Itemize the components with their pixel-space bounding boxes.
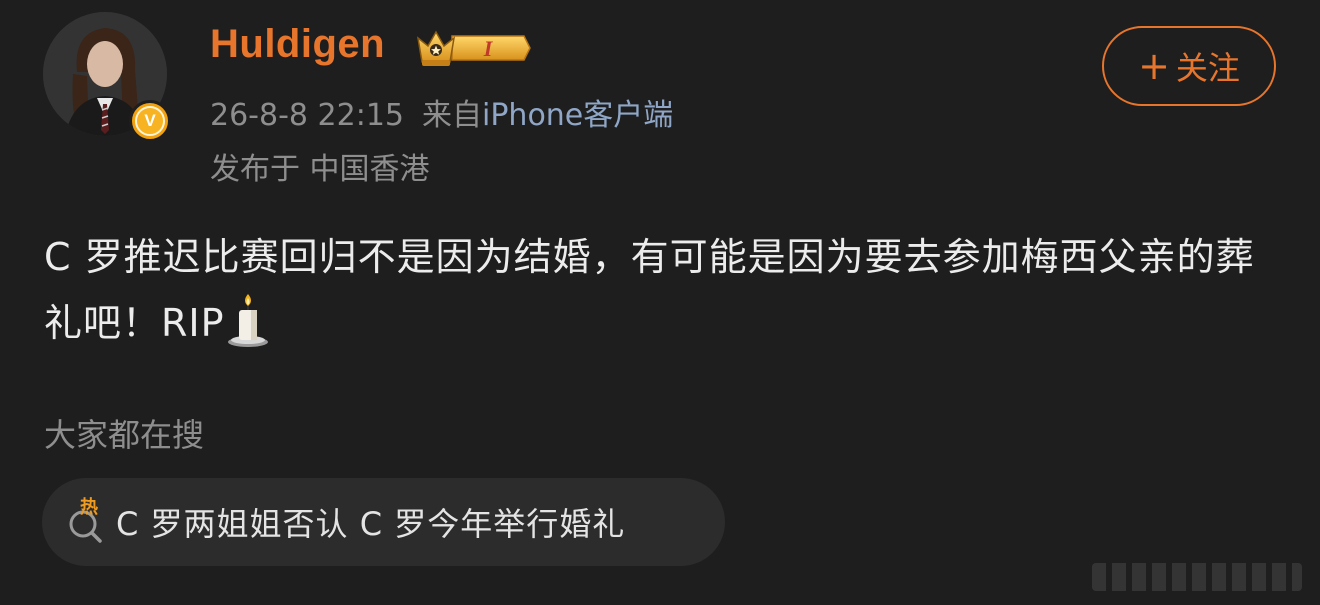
verified-badge-icon: V xyxy=(129,100,171,142)
post-location: 发布于 中国香港 xyxy=(210,152,430,187)
hot-search-icon: 热 xyxy=(64,497,110,545)
trending-search-query: C 罗两姐姐否认 C 罗今年举行婚礼 xyxy=(116,505,626,543)
avatar[interactable]: V xyxy=(43,12,171,142)
weibo-post-page: V Huldigen I 26-8-8 22:15 来自iPhone客户端 发布于… xyxy=(0,0,1320,605)
trending-search-item[interactable]: 热 C 罗两姐姐否认 C 罗今年举行婚礼 xyxy=(42,478,725,566)
follow-button-label: 关注 xyxy=(1175,49,1240,87)
post-meta: 26-8-8 22:15 来自iPhone客户端 xyxy=(210,90,673,134)
hot-badge: 热 xyxy=(80,497,98,518)
verified-badge-letter: V xyxy=(135,106,165,136)
post-time: 26-8-8 22:15 xyxy=(210,98,404,133)
post-source-prefix: 来自 xyxy=(422,98,482,133)
post-device[interactable]: iPhone客户端 xyxy=(482,98,673,133)
trending-search-heading: 大家都在搜 xyxy=(44,416,205,454)
candle-icon xyxy=(227,294,268,347)
member-level: I xyxy=(483,36,493,61)
follow-button[interactable]: + 关注 xyxy=(1102,26,1276,106)
plus-icon: + xyxy=(1138,44,1170,88)
watermark xyxy=(1092,563,1302,591)
username[interactable]: Huldigen xyxy=(210,22,385,67)
post-text-block: C 罗推迟比赛回归不是因为结婚，有可能是因为要去参加梅西父亲的葬礼吧！RIP xyxy=(44,224,1289,356)
member-crown-badge-icon[interactable]: I xyxy=(414,26,532,70)
